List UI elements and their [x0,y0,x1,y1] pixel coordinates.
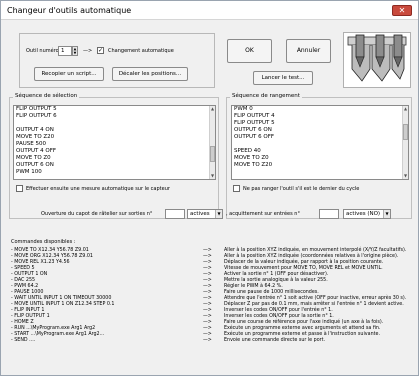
storage-sequence-editor[interactable]: PWM 0 FLIP OUTPUT 4 FLIP OUTPUT 5 OUTPUT 6 … [231,105,409,180]
storage-sequence-title: Séquence de rangement [230,93,302,99]
ack-input-select-value: actives (NO) [346,211,381,217]
sequence-line[interactable]: MOVE TO Z20 [232,162,408,169]
sequence-line[interactable]: OUTPUT 6 OFF [232,134,408,141]
sequence-line[interactable]: MOVE TO Z0 [232,155,408,162]
command-description: Envoie une commande directe sur le port. [224,338,326,343]
tool-number-spinner[interactable]: ▲ ▼ [72,46,78,56]
tool-settings-frame: Outil numéro 1 ▲ ▼ —> ✓ Changement automa… [19,33,215,88]
close-button[interactable]: ✕ [392,5,412,16]
title-bar: Changeur d'outils automatique ✕ [1,1,418,20]
command-row: - SEND .... —> Envoie une commande directe… [11,338,415,344]
sequence-line[interactable]: MOVE TO Z20 [14,134,215,141]
command-syntax: - SEND .... [11,338,36,343]
sequence-line[interactable]: FLIP OUTPUT 6 [14,113,215,120]
arrow-label: —> [83,48,93,54]
shift-positions-button[interactable]: Décaler les positions... [112,67,188,81]
copy-script-button[interactable]: Recopier un script... [34,67,104,81]
ack-input-number-input[interactable] [319,209,339,219]
sequence-line[interactable]: PWM 0 [232,106,408,113]
cancel-button[interactable]: Annuler [286,39,331,63]
sequence-line[interactable]: FLIP OUTPUT 5 [232,120,408,127]
selection-scrollbar[interactable]: ▲ ▼ [209,106,215,179]
sequence-line[interactable]: FLIP OUTPUT 5 [14,106,215,113]
command-arrow: —> [203,338,212,343]
sequence-line[interactable] [14,120,215,127]
tool-number-input[interactable]: 1 [58,46,72,56]
auto-change-checkbox[interactable]: ✓ [97,47,104,54]
auto-change-label: Changement automatique [108,48,174,54]
ack-input-select[interactable]: actives (NO) ▼ [343,209,391,219]
cap-output-select-value: actives [190,211,210,217]
sequence-line[interactable]: OUTPUT 4 OFF [14,148,215,155]
sequence-line[interactable]: OUTPUT 4 ON [14,127,215,134]
tool-changer-dialog: Changeur d'outils automatique ✕ Outil nu… [0,0,419,376]
cap-opening-label: Ouverture du capot de râtelier sur sorti… [41,211,153,217]
chevron-down-icon: ▼ [383,210,390,218]
ok-button[interactable]: OK [227,39,272,63]
measure-label: Effectuer ensuite une mesure automatique… [26,186,170,192]
sequence-line[interactable]: SPEED 40 [232,148,408,155]
window-title: Changeur d'outils automatique [7,6,132,15]
storage-scrollbar[interactable]: ▲ ▼ [402,106,408,179]
sequence-line[interactable] [232,141,408,148]
selection-sequence-title: Séquence de sélection [13,93,80,99]
tool-rack-image [343,32,411,88]
commands-list: - MOVE TO X12.34 Y56.78 Z9.01 —> Aller à l… [11,248,415,344]
no-store-checkbox[interactable] [233,185,240,192]
run-test-button[interactable]: Lancer le test... [253,71,313,85]
measure-checkbox[interactable] [16,185,23,192]
cap-output-select[interactable]: actives ▼ [187,209,223,219]
cap-output-number-input[interactable] [165,209,185,219]
sequence-line[interactable]: PWM 100 [14,169,215,176]
chevron-down-icon: ▼ [215,210,222,218]
sequence-line[interactable]: FLIP OUTPUT 4 [232,113,408,120]
sequence-line[interactable]: PAUSE 500 [14,141,215,148]
commands-title: Commandes disponibles : [11,239,76,245]
tool-rack-icon [347,34,407,82]
no-store-label: Ne pas ranger l'outil s'il est le dernie… [243,186,360,192]
storage-scroll-thumb[interactable] [403,124,408,140]
selection-sequence-editor[interactable]: FLIP OUTPUT 5 FLIP OUTPUT 6 OUTPUT 4 ON MOV… [13,105,216,180]
sequence-line[interactable]: OUTPUT 6 ON [232,127,408,134]
tool-number-label: Outil numéro [26,48,59,54]
sequence-line[interactable]: OUTPUT 6 ON [14,162,215,169]
selection-scroll-thumb[interactable] [210,146,215,162]
ack-input-label: , acquittement sur entrées n° [226,211,300,217]
sequence-line[interactable]: MOVE TO Z0 [14,155,215,162]
